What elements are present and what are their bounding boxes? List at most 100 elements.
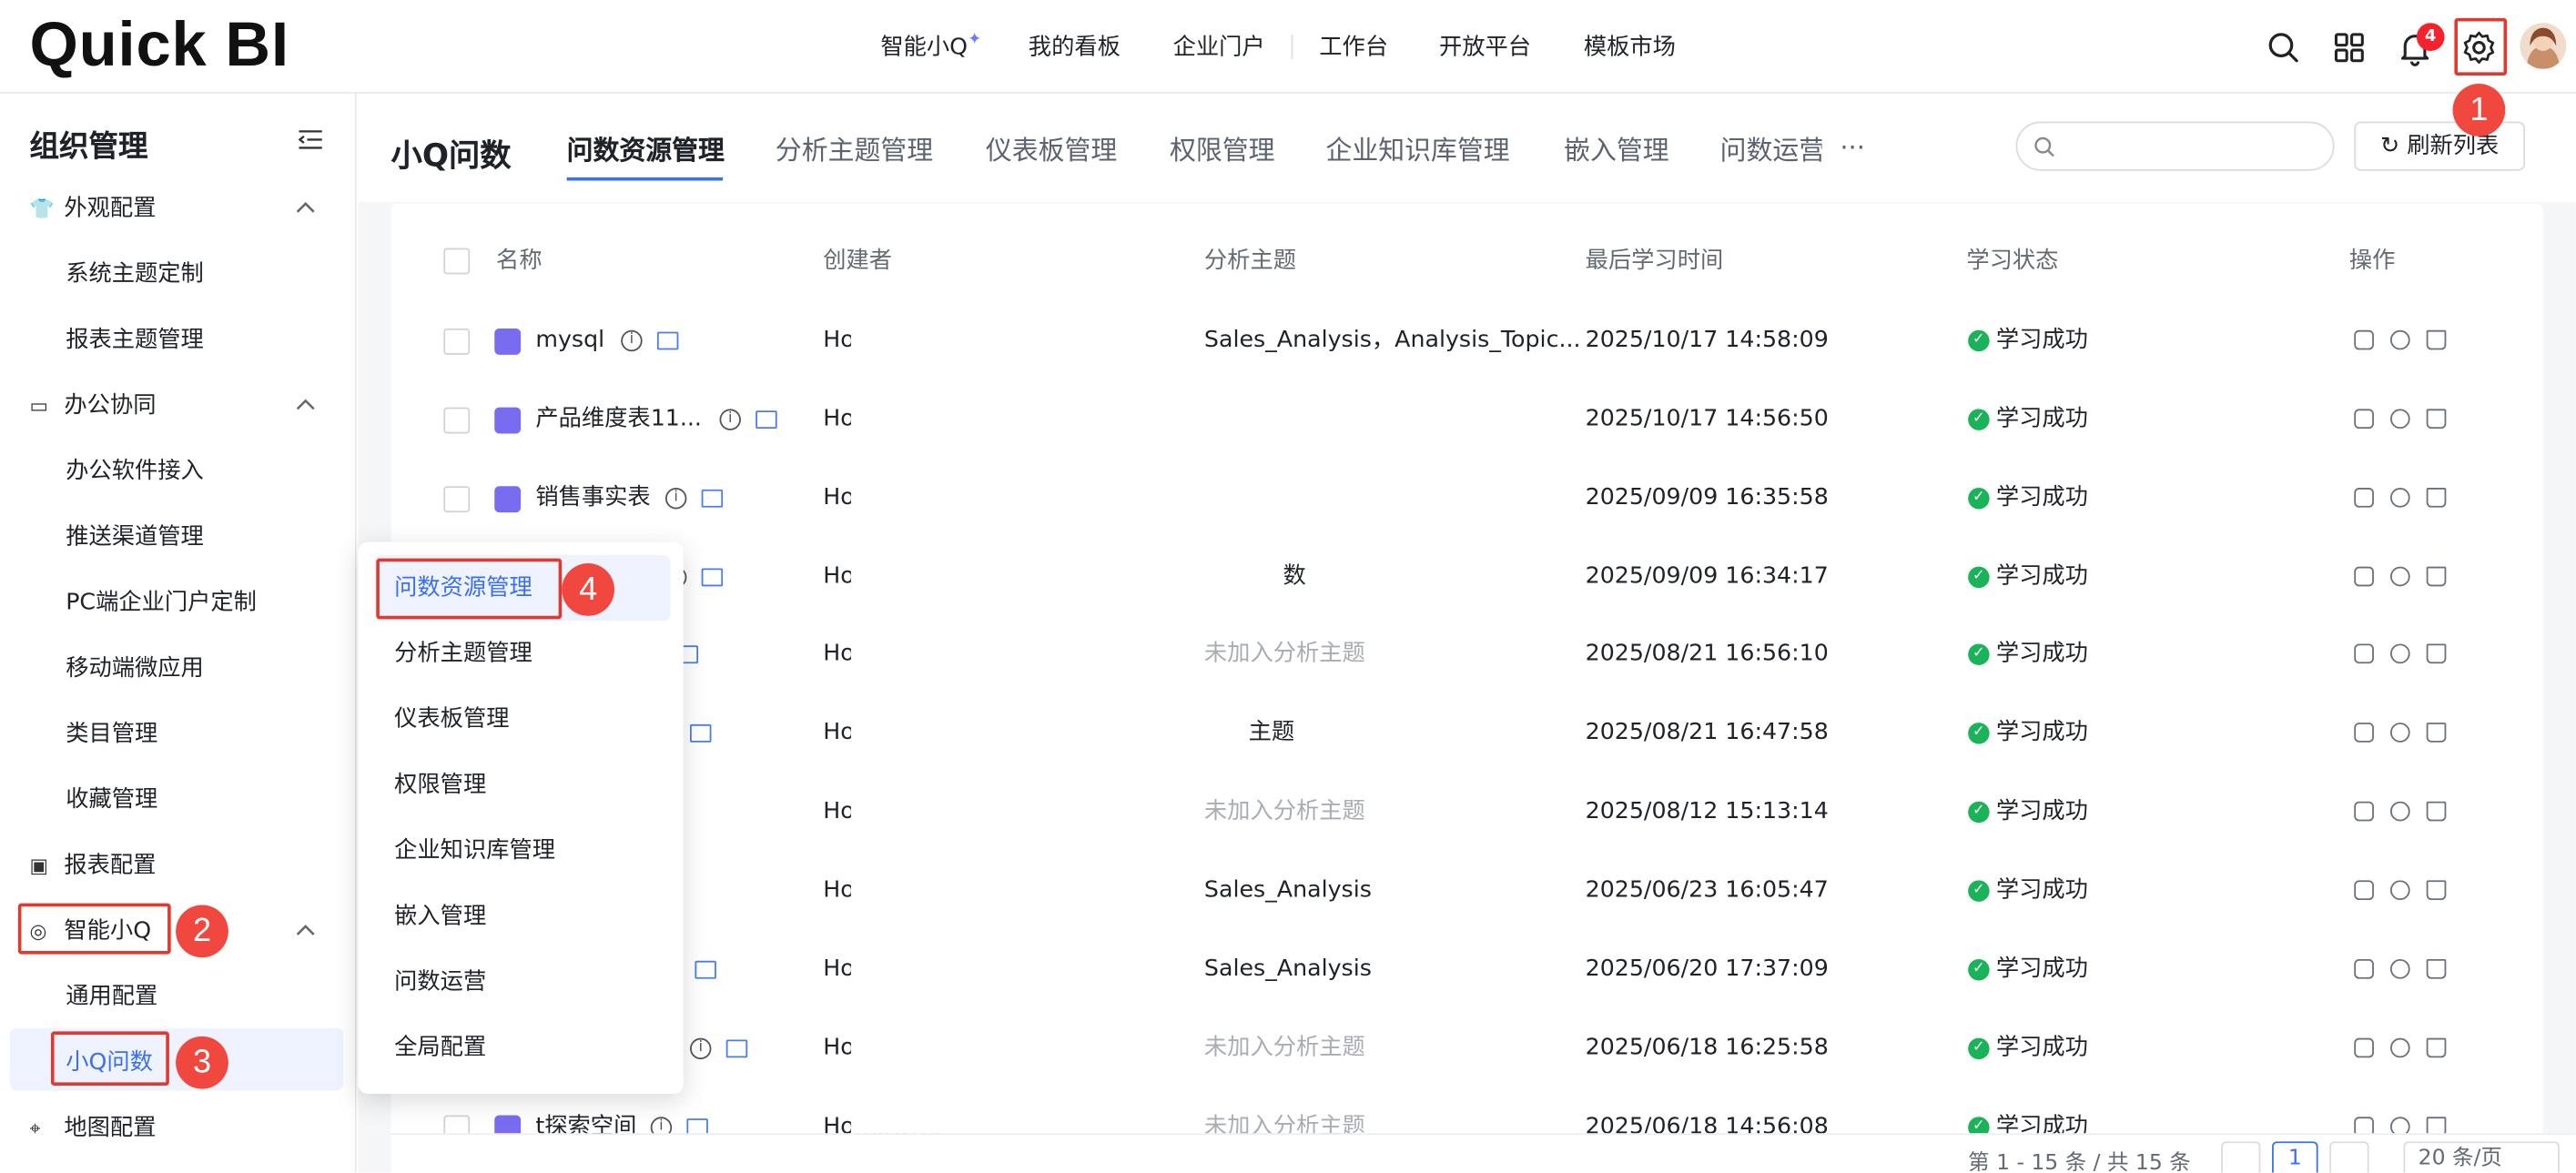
sidebar-section-map[interactable]: ⌖ 地图配置 [29, 1112, 156, 1145]
table-icon[interactable] [756, 410, 777, 430]
nav-template-market[interactable]: 模板市场 [1584, 31, 1676, 64]
row-name[interactable]: 销售事实表 [535, 484, 650, 511]
settings-icon[interactable] [2389, 880, 2410, 901]
preview-icon[interactable] [2354, 959, 2374, 979]
delete-icon[interactable] [2426, 1037, 2447, 1058]
menu-item-topic-management[interactable]: 分析主题管理 [394, 637, 532, 670]
tab-operations[interactable]: 问数运营 [1720, 135, 1822, 167]
nav-smart-q[interactable]: 智能小Q✦ [880, 31, 981, 67]
preview-icon[interactable] [2354, 1037, 2374, 1058]
column-header-creator[interactable]: 创建者 [823, 248, 892, 275]
preview-icon[interactable] [2354, 880, 2374, 901]
preview-icon[interactable] [2354, 488, 2374, 508]
settings-icon[interactable] [2389, 566, 2410, 587]
collapse-sidebar-icon[interactable] [298, 128, 324, 151]
table-icon[interactable] [701, 568, 724, 587]
tab-embed-management[interactable]: 嵌入管理 [1564, 135, 1669, 167]
delete-icon[interactable] [2426, 643, 2447, 664]
preview-icon[interactable] [2354, 723, 2374, 743]
next-page-button[interactable] [2329, 1141, 2369, 1173]
settings-icon[interactable] [2389, 959, 2410, 979]
apps-grid-icon[interactable] [2329, 28, 2368, 67]
column-header-name[interactable]: 名称 [496, 248, 543, 275]
select-all-checkbox[interactable] [443, 248, 471, 275]
menu-item-embed-management[interactable]: 嵌入管理 [394, 900, 486, 933]
quick-bi-logo[interactable]: Quick BI [29, 13, 289, 78]
row-name[interactable]: 产品维度表11... [535, 406, 702, 432]
nav-open-platform[interactable]: 开放平台 [1439, 31, 1531, 64]
sidebar-item-general-config[interactable]: 通用配置 [66, 980, 157, 1013]
nav-workbench[interactable]: 工作台 [1319, 31, 1388, 64]
table-icon[interactable] [656, 331, 679, 350]
delete-icon[interactable] [2426, 801, 2447, 822]
preview-icon[interactable] [2354, 409, 2374, 430]
settings-icon[interactable] [2389, 643, 2410, 664]
settings-icon[interactable] [2389, 801, 2410, 822]
tab-permission-management[interactable]: 权限管理 [1170, 135, 1275, 167]
table-icon[interactable] [690, 723, 712, 743]
avatar[interactable] [2520, 23, 2567, 69]
column-header-status[interactable]: 学习状态 [1966, 248, 2058, 275]
sidebar-item-office-software[interactable]: 办公软件接入 [66, 455, 204, 488]
tab-topic-management[interactable]: 分析主题管理 [776, 135, 933, 167]
sidebar-item-category[interactable]: 类目管理 [66, 718, 157, 751]
sidebar-section-office[interactable]: ▭ 办公协同 [29, 389, 156, 422]
delete-icon[interactable] [2426, 488, 2447, 508]
settings-icon[interactable] [2389, 409, 2410, 430]
table-icon[interactable] [695, 960, 716, 979]
row-checkbox[interactable] [443, 328, 471, 355]
settings-icon[interactable] [2389, 1037, 2410, 1058]
preview-icon[interactable] [2354, 566, 2374, 587]
menu-item-global-config[interactable]: 全局配置 [394, 1031, 486, 1064]
settings-icon[interactable] [2389, 723, 2410, 743]
search-icon[interactable] [2264, 28, 2303, 67]
menu-item-knowledge-base[interactable]: 企业知识库管理 [394, 834, 555, 867]
delete-icon[interactable] [2426, 566, 2447, 587]
nav-enterprise-portal[interactable]: 企业门户 [1173, 31, 1265, 64]
chevron-up-icon[interactable] [296, 200, 316, 213]
page-number-button[interactable]: 1 [2272, 1141, 2318, 1173]
page-size-select[interactable]: 20 条/页 [2403, 1141, 2560, 1173]
menu-item-operations[interactable]: 问数运营 [394, 966, 486, 998]
delete-icon[interactable] [2426, 880, 2447, 901]
sidebar-item-system-theme[interactable]: 系统主题定制 [66, 258, 204, 290]
preview-icon[interactable] [2354, 801, 2374, 822]
delete-icon[interactable] [2426, 959, 2447, 979]
menu-item-dashboard-management[interactable]: 仪表板管理 [394, 703, 509, 735]
table-icon[interactable] [701, 489, 724, 508]
info-icon[interactable]: i [664, 488, 687, 510]
sidebar-item-push-channel[interactable]: 推送渠道管理 [66, 521, 204, 553]
chevron-up-icon[interactable] [296, 398, 316, 410]
sidebar-section-report[interactable]: ▣ 报表配置 [29, 849, 156, 882]
menu-item-permission-management[interactable]: 权限管理 [394, 769, 486, 802]
column-header-topic[interactable]: 分析主题 [1204, 248, 1296, 275]
tab-knowledge-base[interactable]: 企业知识库管理 [1325, 135, 1509, 167]
refresh-list-button[interactable]: ↻ 刷新列表 [2354, 121, 2525, 171]
row-name[interactable]: mysql [535, 327, 604, 353]
tab-dashboard-management[interactable]: 仪表板管理 [986, 135, 1117, 167]
preview-icon[interactable] [2354, 643, 2374, 664]
column-header-last-learned[interactable]: 最后学习时间 [1586, 248, 1724, 275]
row-checkbox[interactable] [443, 486, 471, 513]
sidebar-item-mobile-app[interactable]: 移动端微应用 [66, 652, 204, 685]
prev-page-button[interactable] [2221, 1141, 2261, 1173]
delete-icon[interactable] [2426, 409, 2447, 430]
info-icon[interactable]: i [690, 1037, 712, 1060]
sidebar-item-report-theme[interactable]: 报表主题管理 [66, 324, 204, 357]
settings-icon[interactable] [2389, 488, 2410, 508]
preview-icon[interactable] [2354, 329, 2374, 350]
table-icon[interactable] [725, 1039, 748, 1058]
sidebar-item-pc-portal[interactable]: PC端企业门户定制 [66, 586, 257, 619]
delete-icon[interactable] [2426, 329, 2447, 350]
tab-resource-management[interactable]: 问数资源管理 [567, 135, 725, 167]
row-checkbox[interactable] [443, 407, 471, 434]
settings-icon[interactable] [2389, 329, 2410, 350]
sidebar-section-appearance[interactable]: 👕 外观配置 [29, 192, 156, 225]
delete-icon[interactable] [2426, 723, 2447, 743]
info-icon[interactable]: i [719, 409, 741, 430]
tab-more[interactable]: ··· [1840, 131, 1865, 164]
chevron-up-icon[interactable] [296, 923, 316, 935]
info-icon[interactable]: i [621, 329, 643, 352]
sidebar-item-favorites[interactable]: 收藏管理 [66, 784, 157, 816]
nav-my-dashboard[interactable]: 我的看板 [1029, 31, 1121, 64]
